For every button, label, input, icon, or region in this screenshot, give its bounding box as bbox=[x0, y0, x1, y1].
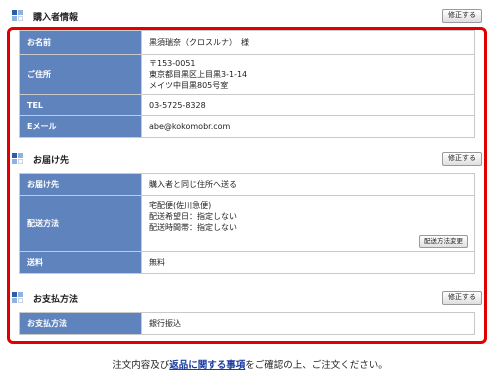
delivery-info-table: お届け先 購入者と同じ住所へ送る 配送方法 宅配便(佐川急便) 配送希望日：指定… bbox=[19, 173, 475, 274]
section-squares-icon bbox=[12, 10, 24, 22]
table-row: お支払方法 銀行振込 bbox=[19, 312, 475, 335]
note-text-after: をご確認の上、ご注文ください。 bbox=[245, 360, 388, 371]
preferred-time: 配送時間帯：指定しない bbox=[149, 223, 237, 232]
table-row: ご住所 〒153-0051 東京都目黒区上目黒3-1-14 メイツ中目黒805号… bbox=[19, 54, 475, 95]
carrier: 宅配便(佐川急便) bbox=[149, 201, 212, 210]
change-shipping-button[interactable]: 配送方法変更 bbox=[419, 235, 468, 248]
payment-method-value: 銀行振込 bbox=[141, 312, 475, 335]
table-row: お届け先 購入者と同じ住所へ送る bbox=[19, 173, 475, 196]
name-label: お名前 bbox=[19, 30, 142, 55]
shipping-method-label: 配送方法 bbox=[19, 195, 142, 252]
buyer-section-header: 購入者情報 修正する bbox=[12, 9, 482, 25]
delivery-edit-button[interactable]: 修正する bbox=[442, 152, 482, 166]
note-text-before: 注文内容及び bbox=[112, 360, 170, 371]
table-row: TEL 03-5725-8328 bbox=[19, 94, 475, 116]
shipping-fee-value: 無料 bbox=[141, 251, 475, 274]
table-row: 配送方法 宅配便(佐川急便) 配送希望日：指定しない 配送時間帯：指定しない 配… bbox=[19, 195, 475, 252]
table-row: Eメール abe@kokomobr.com bbox=[19, 115, 475, 138]
shipping-fee-label: 送料 bbox=[19, 251, 142, 274]
email-label: Eメール bbox=[19, 115, 142, 138]
table-row: 送料 無料 bbox=[19, 251, 475, 274]
delivery-section-title: お届け先 bbox=[33, 156, 70, 166]
payment-edit-button[interactable]: 修正する bbox=[442, 291, 482, 305]
order-confirmation-note: 注文内容及び返品に関する事項をご確認の上、ご注文ください。 bbox=[0, 357, 500, 371]
preferred-date: 配送希望日：指定しない bbox=[149, 212, 237, 221]
address-line: 東京都目黒区上目黒3-1-14 bbox=[149, 70, 248, 79]
payment-section-title: お支払方法 bbox=[33, 295, 79, 305]
buyer-edit-button[interactable]: 修正する bbox=[442, 9, 482, 23]
section-squares-icon bbox=[12, 153, 24, 165]
email-value: abe@kokomobr.com bbox=[141, 115, 475, 138]
buyer-section-title: 購入者情報 bbox=[33, 13, 79, 23]
shipping-method-value: 宅配便(佐川急便) 配送希望日：指定しない 配送時間帯：指定しない 配送方法変更 bbox=[141, 195, 475, 252]
address-label: ご住所 bbox=[19, 54, 142, 95]
tel-value: 03-5725-8328 bbox=[141, 94, 475, 116]
payment-method-label: お支払方法 bbox=[19, 312, 142, 335]
payment-section-header: お支払方法 修正する bbox=[12, 291, 482, 307]
section-squares-icon bbox=[12, 292, 24, 304]
tel-label: TEL bbox=[19, 94, 142, 116]
returns-policy-link[interactable]: 返品に関する事項 bbox=[169, 360, 245, 371]
destination-value: 購入者と同じ住所へ送る bbox=[141, 173, 475, 196]
payment-info-table: お支払方法 銀行振込 bbox=[19, 312, 475, 335]
address-value: 〒153-0051 東京都目黒区上目黒3-1-14 メイツ中目黒805号室 bbox=[141, 54, 475, 95]
table-row: お名前 黒須瑞奈（クロスルナ） 様 bbox=[19, 30, 475, 55]
buyer-info-table: お名前 黒須瑞奈（クロスルナ） 様 ご住所 〒153-0051 東京都目黒区上目… bbox=[19, 30, 475, 138]
postal-code: 〒153-0051 bbox=[149, 59, 196, 68]
destination-label: お届け先 bbox=[19, 173, 142, 196]
delivery-section-header: お届け先 修正する bbox=[12, 152, 482, 168]
address-line: メイツ中目黒805号室 bbox=[149, 81, 229, 90]
name-value: 黒須瑞奈（クロスルナ） 様 bbox=[141, 30, 475, 55]
